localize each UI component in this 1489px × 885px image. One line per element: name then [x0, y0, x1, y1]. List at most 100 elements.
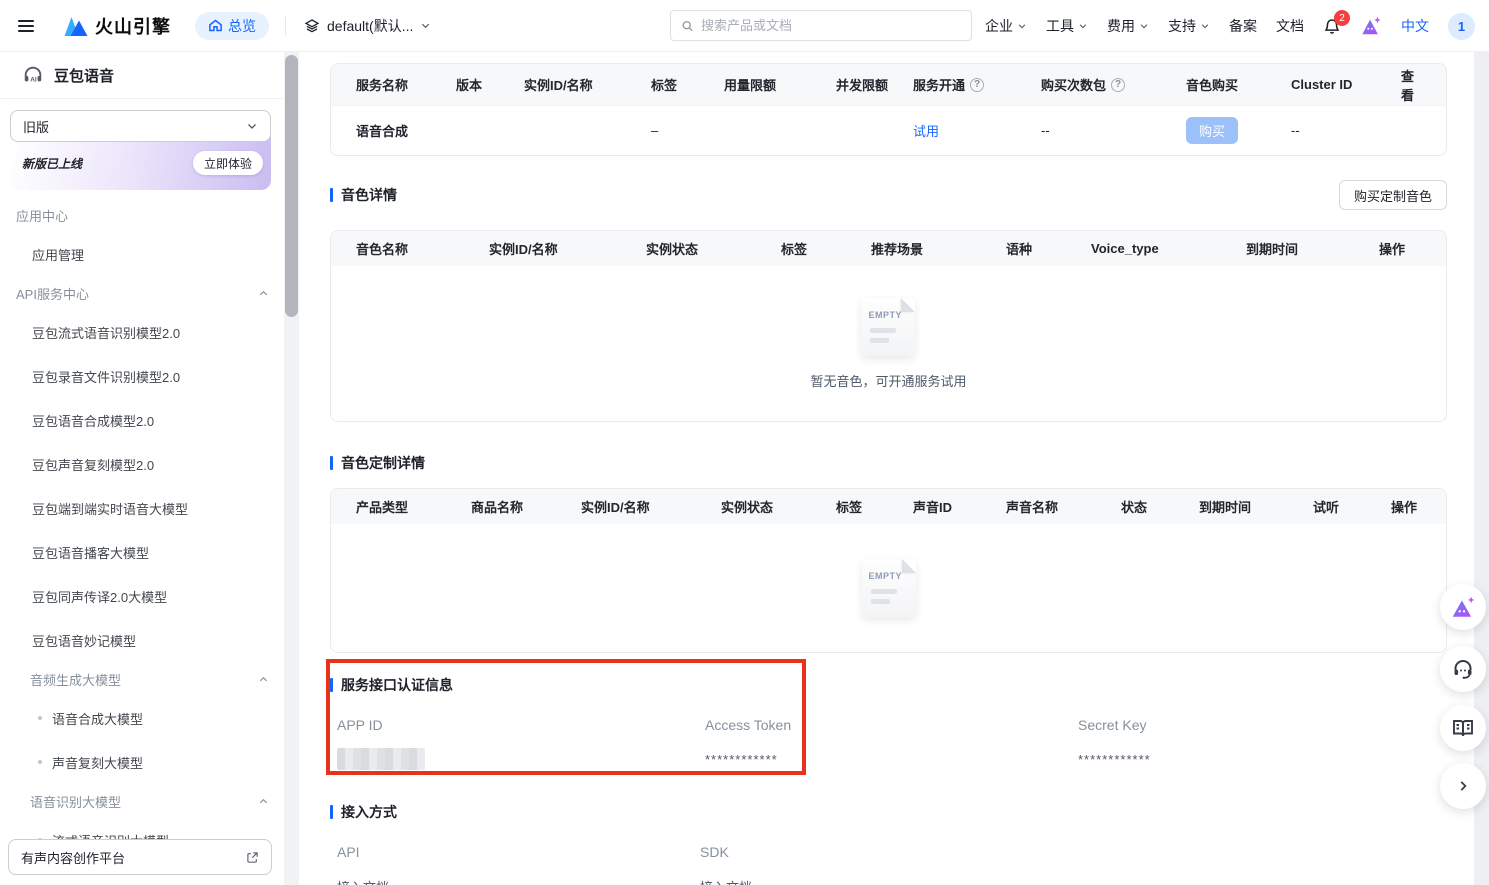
sidebar-item-model[interactable]: 语音合成大模型 — [0, 696, 283, 740]
api-doc-link[interactable]: 接入文档 — [330, 875, 700, 885]
group-api-center[interactable]: API服务中心 — [0, 276, 283, 310]
sidebar-item-model[interactable]: 豆包录音文件识别模型2.0 — [0, 354, 283, 398]
chevron-down-icon — [246, 120, 258, 132]
menu-support[interactable]: 支持 — [1168, 16, 1210, 36]
access-token-label: Access Token — [705, 717, 1078, 733]
sidebar-item-model[interactable]: 豆包语音合成模型2.0 — [0, 398, 283, 442]
search-input[interactable] — [701, 18, 961, 33]
col-tag: 标签 — [836, 497, 913, 516]
api-label: API — [330, 844, 700, 860]
app-id-label: APP ID — [330, 717, 705, 733]
service-name-cell: 语音合成 — [356, 121, 456, 140]
col-expire: 到期时间 — [1199, 497, 1313, 516]
menu-beian[interactable]: 备案 — [1229, 16, 1257, 36]
section-title: 音色定制详情 — [330, 453, 425, 473]
avatar[interactable]: 1 — [1448, 13, 1475, 40]
col-audition: 试听 — [1313, 497, 1391, 516]
menu-docs[interactable]: 文档 — [1276, 16, 1304, 36]
group-asr[interactable]: 语音识别大模型 — [0, 784, 283, 818]
col-voice-name: 声音名称 — [1006, 497, 1121, 516]
brand-name: 火山引擎 — [95, 13, 171, 39]
col-purchase-package: 购买次数包? — [1041, 75, 1186, 94]
section-title: 服务接口认证信息 — [330, 675, 1447, 695]
col-voice-type: Voice_type — [1091, 241, 1246, 256]
workspace-label: default(默认... — [327, 16, 413, 36]
col-voice-id: 声音ID — [913, 497, 1006, 516]
table-row: 语音合成 – 试用 -- 购买 -- — [331, 105, 1446, 155]
sidebar-item-app-manage[interactable]: 应用管理 — [0, 232, 283, 276]
menu-enterprise[interactable]: 企业 — [985, 16, 1027, 36]
page: 火山引擎 总览 default(默认... 企业 工具 费用 支持 备案 文档 — [0, 0, 1489, 885]
col-voice-purchase: 音色购买 — [1186, 75, 1291, 94]
top-navbar: 火山引擎 总览 default(默认... 企业 工具 费用 支持 备案 文档 — [0, 0, 1489, 52]
col-actions: 操作 — [1391, 497, 1421, 516]
scrollbar-thumb[interactable] — [285, 55, 298, 317]
col-view: 查看 — [1401, 66, 1421, 104]
chevron-up-icon — [258, 288, 269, 299]
support-fab[interactable] — [1440, 646, 1486, 692]
group-audio-gen[interactable]: 音频生成大模型 — [0, 662, 283, 696]
sidebar-item-model[interactable]: 豆包声音复刻模型2.0 — [0, 442, 283, 486]
sidebar-item-model[interactable]: 豆包端到端实时语音大模型 — [0, 486, 283, 530]
col-concurrency-quota: 并发限额 — [836, 75, 913, 94]
ai-assistant-icon[interactable] — [1360, 15, 1382, 37]
cluster-id-cell: -- — [1291, 123, 1401, 138]
secret-key-label: Secret Key — [1078, 717, 1447, 733]
voice-empty-state: EMPTY 暂无音色，可开通服务试用 — [331, 266, 1446, 421]
services-table-header: 服务名称 版本 实例ID/名称 标签 用量限额 并发限额 服务开通? 购买次数包… — [331, 64, 1446, 105]
empty-document-icon: EMPTY — [861, 298, 915, 356]
overview-button[interactable]: 总览 — [195, 12, 269, 40]
ai-assistant-fab[interactable] — [1440, 584, 1486, 630]
voice-table-header: 音色名称 实例ID/名称 实例状态 标签 推荐场景 语种 Voice_type … — [331, 231, 1446, 266]
sidebar-nav: 应用中心 应用管理 API服务中心 豆包流式语音识别模型2.0 豆包录音文件识别… — [0, 184, 283, 862]
help-icon[interactable]: ? — [1111, 78, 1125, 92]
page-scrollbar[interactable] — [1474, 52, 1489, 885]
try-now-button[interactable]: 立即体验 — [193, 151, 263, 175]
search-icon — [681, 19, 694, 33]
notification-bell[interactable]: 2 — [1323, 17, 1341, 35]
chevron-down-icon — [1139, 21, 1149, 31]
sidebar-item-model[interactable]: 豆包同声传译2.0大模型 — [0, 574, 283, 618]
sidebar-item-model[interactable]: 声音复刻大模型 — [0, 740, 283, 784]
col-usage-quota: 用量限额 — [724, 75, 836, 94]
buy-custom-voice-button[interactable]: 购买定制音色 — [1339, 180, 1447, 210]
col-version: 版本 — [456, 75, 524, 94]
sdk-doc-link[interactable]: 接入文档 — [700, 875, 1447, 885]
section-title: 接入方式 — [330, 802, 1447, 822]
services-card: 服务名称 版本 实例ID/名称 标签 用量限额 并发限额 服务开通? 购买次数包… — [330, 63, 1447, 156]
hamburger-menu-icon[interactable] — [18, 20, 34, 32]
sidebar-scrollbar[interactable] — [284, 52, 299, 885]
language-switch[interactable]: 中文 — [1401, 16, 1429, 36]
version-widget: 旧版 新版已上线 立即体验 — [10, 110, 271, 184]
docs-fab[interactable] — [1440, 705, 1486, 751]
collapse-fab[interactable] — [1440, 763, 1486, 809]
col-product-name: 商品名称 — [471, 497, 581, 516]
chevron-down-icon — [1200, 21, 1210, 31]
book-icon — [1451, 716, 1475, 740]
audio-creation-platform-label: 有声内容创作平台 — [21, 848, 125, 867]
new-version-text: 新版已上线 — [22, 155, 82, 172]
audio-creation-platform-link[interactable]: 有声内容创作平台 — [8, 839, 272, 875]
col-service-name: 服务名称 — [356, 75, 456, 94]
workspace-selector[interactable]: default(默认... — [304, 16, 431, 36]
sidebar-item-model[interactable]: 豆包语音播客大模型 — [0, 530, 283, 574]
sidebar-item-model[interactable]: 豆包语音妙记模型 — [0, 618, 283, 662]
col-language: 语种 — [1006, 239, 1091, 258]
menu-billing[interactable]: 费用 — [1107, 16, 1149, 36]
headset-icon — [1451, 657, 1475, 681]
version-select[interactable]: 旧版 — [10, 110, 271, 142]
col-instance-status: 实例状态 — [721, 497, 836, 516]
sidebar-item-model[interactable]: 豆包流式语音识别模型2.0 — [0, 310, 283, 354]
col-expire: 到期时间 — [1246, 239, 1379, 258]
tag-cell: – — [651, 123, 724, 138]
help-icon[interactable]: ? — [970, 78, 984, 92]
overview-label: 总览 — [228, 16, 256, 36]
empty-document-icon: EMPTY — [862, 559, 916, 617]
menu-tools[interactable]: 工具 — [1046, 16, 1088, 36]
col-voice-name: 音色名称 — [356, 239, 489, 258]
col-instance: 实例ID/名称 — [581, 497, 721, 516]
trial-link[interactable]: 试用 — [913, 121, 1041, 140]
global-search — [670, 10, 972, 41]
buy-button[interactable]: 购买 — [1186, 117, 1238, 144]
brand-logo[interactable]: 火山引擎 — [62, 13, 171, 39]
